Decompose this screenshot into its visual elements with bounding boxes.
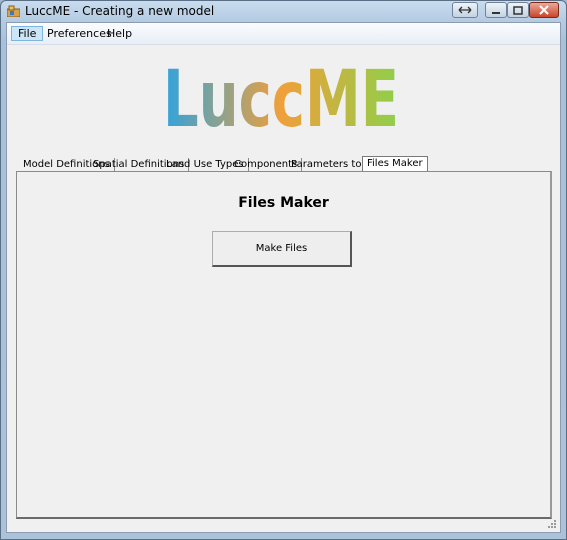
maximize-button[interactable] [507,2,529,18]
close-button[interactable] [529,2,559,18]
resize-grip-icon[interactable] [547,519,557,529]
luccme-logo: LuccME [163,63,399,131]
restore-button[interactable] [452,2,478,18]
logo-text: LuccME [163,63,399,131]
menu-bar: File Preferences Help [7,23,560,45]
app-icon [7,5,20,17]
files-maker-panel: Files Maker Make Files [16,171,552,519]
minimize-icon [492,11,500,14]
tab-files-maker[interactable]: Files Maker [362,156,428,172]
app-window: LuccME - Creating a new model File Prefe… [0,0,567,540]
title-bar[interactable]: LuccME - Creating a new model [1,1,566,21]
menu-help[interactable]: Help [101,26,138,41]
client-area: File Preferences Help LuccME Model Defin… [6,22,561,533]
make-files-button[interactable]: Make Files [212,231,352,267]
panel-title: Files Maker [238,195,329,211]
minimize-button[interactable] [485,2,507,18]
close-icon [539,5,549,15]
maximize-icon [513,5,523,15]
menu-file[interactable]: File [11,26,44,41]
restore-icon [458,6,472,13]
window-title: LuccME - Creating a new model [25,4,215,18]
